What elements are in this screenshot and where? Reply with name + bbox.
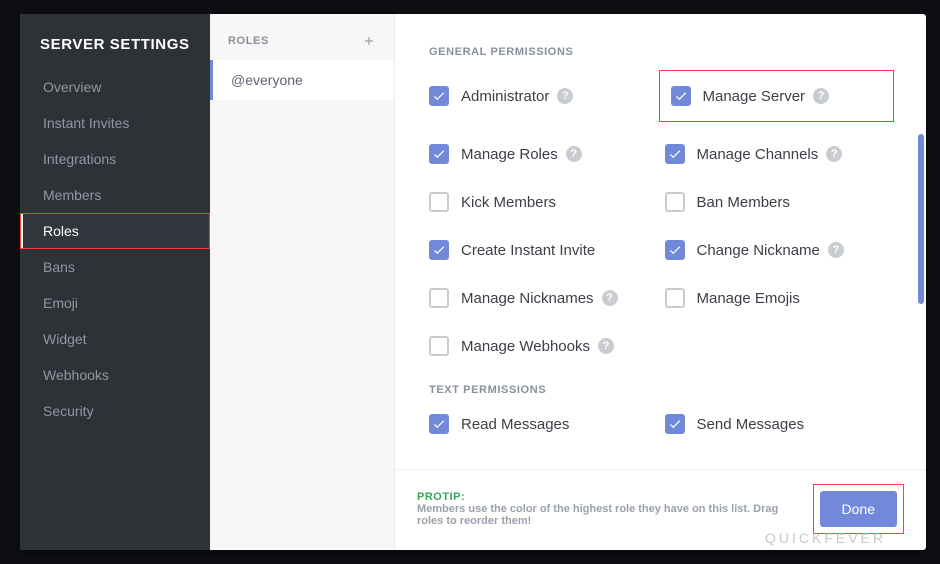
- permission-label: Kick Members: [461, 194, 556, 211]
- permission-label: Manage Nicknames?: [461, 290, 618, 307]
- permission-label: Manage Emojis: [697, 290, 800, 307]
- permission-label-text: Manage Server: [703, 88, 806, 105]
- help-icon[interactable]: ?: [828, 242, 844, 258]
- help-icon[interactable]: ?: [602, 290, 618, 306]
- sidebar-title: SERVER SETTINGS: [20, 14, 210, 63]
- permission-label-text: Manage Webhooks: [461, 338, 590, 355]
- sidebar-item-emoji[interactable]: Emoji: [20, 285, 210, 321]
- permission-grid: Read Messages Send Messages: [429, 414, 886, 434]
- roles-column: ROLES @everyone: [210, 14, 395, 550]
- permission-label: Manage Webhooks?: [461, 338, 614, 355]
- permission-row: Manage Webhooks?: [429, 336, 651, 356]
- permission-label: Manage Channels?: [697, 146, 843, 163]
- permission-label-text: Manage Channels: [697, 146, 819, 163]
- permission-grid: Administrator?Manage Server?Manage Roles…: [429, 76, 886, 356]
- permission-row: Manage Channels?: [665, 144, 887, 164]
- permission-label-text: Read Messages: [461, 416, 569, 433]
- sidebar-item-bans[interactable]: Bans: [20, 249, 210, 285]
- sidebar-item-overview[interactable]: Overview: [20, 69, 210, 105]
- permission-checkbox[interactable]: [429, 336, 449, 356]
- permission-label: Ban Members: [697, 194, 790, 211]
- permission-checkbox[interactable]: [429, 192, 449, 212]
- permission-checkbox[interactable]: [665, 144, 685, 164]
- permission-section-title: GENERAL PERMISSIONS: [429, 46, 886, 58]
- add-role-button[interactable]: [360, 32, 378, 50]
- sidebar-item-webhooks[interactable]: Webhooks: [20, 357, 210, 393]
- permission-row: Read Messages: [429, 414, 651, 434]
- permission-label-text: Manage Nicknames: [461, 290, 594, 307]
- permission-label-text: Send Messages: [697, 416, 805, 433]
- permission-row: Change Nickname?: [665, 240, 887, 260]
- sidebar-item-roles[interactable]: Roles: [20, 213, 210, 249]
- permission-row: Manage Nicknames?: [429, 288, 651, 308]
- permission-label-text: Change Nickname: [697, 242, 820, 259]
- help-icon[interactable]: ?: [566, 146, 582, 162]
- help-icon[interactable]: ?: [557, 88, 573, 104]
- permission-checkbox[interactable]: [429, 288, 449, 308]
- permission-label-text: Kick Members: [461, 194, 556, 211]
- permission-checkbox[interactable]: [429, 414, 449, 434]
- permission-checkbox[interactable]: [429, 144, 449, 164]
- permission-label: Read Messages: [461, 416, 569, 433]
- permission-checkbox[interactable]: [671, 86, 691, 106]
- permission-label: Create Instant Invite: [461, 242, 595, 259]
- permission-row: Manage Server?: [665, 76, 887, 116]
- watermark: QUICKFEVER: [765, 530, 886, 546]
- permission-label-text: Create Instant Invite: [461, 242, 595, 259]
- permission-row: Send Messages: [665, 414, 887, 434]
- permission-row: Kick Members: [429, 192, 651, 212]
- permission-label: Manage Server?: [703, 88, 830, 105]
- permission-label-text: Administrator: [461, 88, 549, 105]
- permission-checkbox[interactable]: [665, 414, 685, 434]
- done-button[interactable]: Done: [820, 491, 897, 527]
- scrollbar-thumb[interactable]: [918, 134, 924, 304]
- sidebar-item-members[interactable]: Members: [20, 177, 210, 213]
- permission-label: Manage Roles?: [461, 146, 582, 163]
- done-highlight: Done: [813, 484, 904, 534]
- protip-label: PROTIP:: [417, 491, 785, 503]
- permission-checkbox[interactable]: [429, 240, 449, 260]
- permission-row: Administrator?: [429, 76, 651, 116]
- protip-text: Members use the color of the highest rol…: [417, 503, 785, 527]
- permission-checkbox[interactable]: [665, 192, 685, 212]
- permission-label-text: Ban Members: [697, 194, 790, 211]
- permission-label: Send Messages: [697, 416, 805, 433]
- sidebar-item-security[interactable]: Security: [20, 393, 210, 429]
- settings-panel: SERVER SETTINGS OverviewInstant InvitesI…: [20, 14, 926, 550]
- permission-row: Manage Roles?: [429, 144, 651, 164]
- permission-row: Create Instant Invite: [429, 240, 651, 260]
- permission-row: Manage Emojis: [665, 288, 887, 308]
- permission-checkbox[interactable]: [665, 288, 685, 308]
- permission-section-title: TEXT PERMISSIONS: [429, 384, 886, 396]
- help-icon[interactable]: ?: [826, 146, 842, 162]
- help-icon[interactable]: ?: [813, 88, 829, 104]
- permission-label: Change Nickname?: [697, 242, 844, 259]
- roles-header-label: ROLES: [228, 35, 269, 47]
- permission-label-text: Manage Roles: [461, 146, 558, 163]
- sidebar-item-instant-invites[interactable]: Instant Invites: [20, 105, 210, 141]
- plus-icon: [362, 34, 376, 48]
- role-item[interactable]: @everyone: [210, 60, 394, 100]
- sidebar-item-widget[interactable]: Widget: [20, 321, 210, 357]
- permission-row: Ban Members: [665, 192, 887, 212]
- sidebar: SERVER SETTINGS OverviewInstant InvitesI…: [20, 14, 210, 550]
- permission-checkbox[interactable]: [665, 240, 685, 260]
- help-icon[interactable]: ?: [598, 338, 614, 354]
- sidebar-item-integrations[interactable]: Integrations: [20, 141, 210, 177]
- permission-label-text: Manage Emojis: [697, 290, 800, 307]
- permissions-panel: GENERAL PERMISSIONSAdministrator?Manage …: [395, 14, 926, 550]
- permission-label: Administrator?: [461, 88, 573, 105]
- permission-checkbox[interactable]: [429, 86, 449, 106]
